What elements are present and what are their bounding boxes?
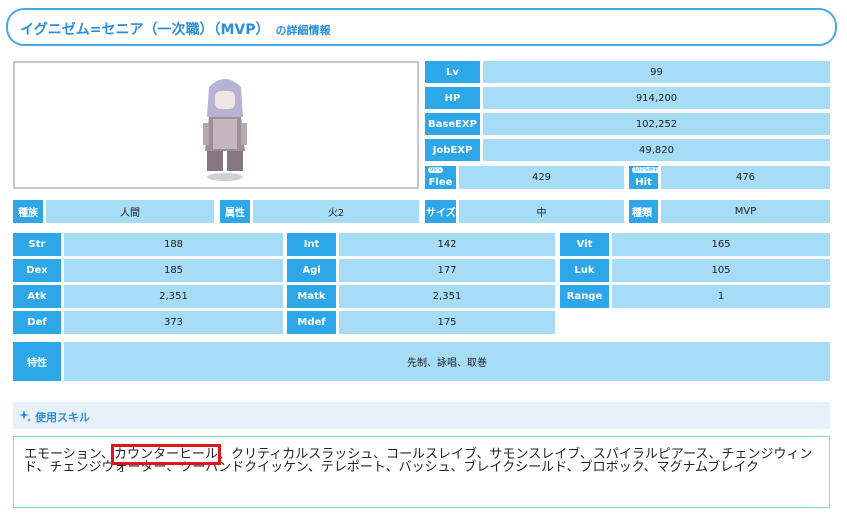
value-vit: 165 <box>612 233 830 256</box>
value-hit: 476 <box>661 166 830 189</box>
page-title: イグニゼム=セニア（一次職）（MVP） の詳細情報 <box>20 22 331 38</box>
label-jobexp: JobEXP <box>425 139 480 161</box>
value-mdef: 175 <box>339 311 555 334</box>
label-luk: Luk <box>560 259 609 282</box>
label-hp: HP <box>425 87 480 109</box>
value-agi: 177 <box>339 259 555 282</box>
value-race: 人間 <box>46 200 214 223</box>
label-lv: Lv <box>425 61 480 83</box>
value-element: 火2 <box>253 200 419 223</box>
label-dex: Dex <box>13 259 61 282</box>
value-dex: 185 <box>64 259 283 282</box>
value-hp: 914,200 <box>483 87 830 109</box>
label-race: 種族 <box>13 200 43 223</box>
skills-list: エモーション、カウンターヒール、クリティカルスラッシュ、コールスレイブ、サモンス… <box>24 444 824 474</box>
skills-panel: エモーション、カウンターヒール、クリティカルスラッシュ、コールスレイブ、サモンス… <box>13 436 830 508</box>
value-int: 142 <box>339 233 555 256</box>
value-traits: 先制、詠唱、取巻 <box>64 342 830 381</box>
label-hit: 100%命中 Hit <box>629 166 661 189</box>
label-element: 属性 <box>220 200 250 223</box>
label-flee: 95% Flee <box>425 166 456 189</box>
monster-portrait <box>13 61 419 189</box>
monster-sprite-icon <box>203 79 247 181</box>
label-traits: 特性 <box>13 342 61 381</box>
label-type: 種類 <box>629 200 658 223</box>
label-str: Str <box>13 233 61 256</box>
value-range: 1 <box>612 285 830 308</box>
label-baseexp: BaseEXP <box>425 113 480 135</box>
value-matk: 2,351 <box>339 285 555 308</box>
value-str: 188 <box>64 233 283 256</box>
label-vit: Vit <box>560 233 609 256</box>
label-int: Int <box>287 233 336 256</box>
label-size: サイズ <box>425 200 456 223</box>
label-mdef: Mdef <box>287 311 336 334</box>
label-def: Def <box>13 311 61 334</box>
page-subtitle: の詳細情報 <box>275 24 331 37</box>
label-range: Range <box>560 285 609 308</box>
label-agi: Agi <box>287 259 336 282</box>
label-matk: Matk <box>287 285 336 308</box>
sparkle-icon <box>19 410 31 422</box>
value-luk: 105 <box>612 259 830 282</box>
value-baseexp: 102,252 <box>483 113 830 135</box>
value-jobexp: 49,820 <box>483 139 830 161</box>
value-lv: 99 <box>483 61 830 83</box>
value-type: MVP <box>661 200 830 223</box>
value-atk: 2,351 <box>64 285 283 308</box>
page-title-box: イグニゼム=セニア（一次職）（MVP） の詳細情報 <box>6 8 837 46</box>
label-atk: Atk <box>13 285 61 308</box>
value-size: 中 <box>459 200 624 223</box>
skills-heading: 使用スキル <box>35 411 90 424</box>
value-def: 373 <box>64 311 283 334</box>
value-flee: 429 <box>459 166 624 189</box>
skills-heading-bar: 使用スキル <box>13 402 830 429</box>
hit-badge: 100%命中 <box>632 167 661 173</box>
flee-badge: 95% <box>428 167 444 173</box>
